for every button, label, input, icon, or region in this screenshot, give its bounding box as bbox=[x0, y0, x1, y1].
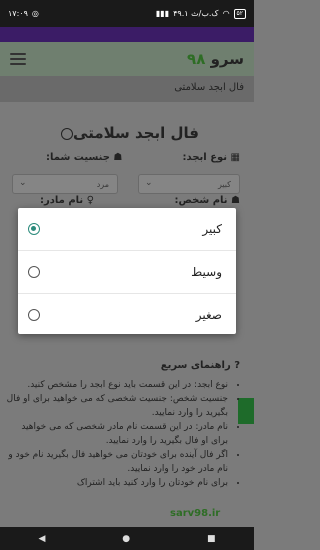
back-icon[interactable]: ◀ bbox=[38, 534, 45, 544]
watermark: sarv98.ir bbox=[170, 508, 221, 519]
status-bar: ۱۷:۰۹ ◎ ▮▮▮ ۴۹.۱ ک.ب/ث ◠ ۵۲ bbox=[0, 0, 254, 27]
help-title: ? راهنمای سریع bbox=[160, 360, 240, 371]
dialog-option-saghir[interactable]: صغیر bbox=[18, 294, 236, 336]
logo-number: ۹۸ bbox=[187, 50, 206, 68]
notification-icon: ◎ bbox=[31, 9, 39, 18]
option-label: وسیط bbox=[191, 265, 222, 279]
logo-text: سرو bbox=[210, 50, 244, 68]
female-icon: ♀ bbox=[86, 195, 94, 206]
breadcrumb: فال ابجد سلامتی bbox=[0, 76, 254, 102]
gender-select[interactable]: مرد ⌄ bbox=[12, 174, 118, 194]
status-time: ۱۷:۰۹ bbox=[8, 9, 28, 18]
abjad-type-dialog: کبیر وسیط صغیر bbox=[18, 208, 236, 334]
gender-label: ☗ جنسیت شما: bbox=[46, 152, 123, 163]
question-icon: ? bbox=[234, 360, 240, 371]
wifi-icon: ◠ bbox=[222, 9, 230, 18]
accent-bar bbox=[0, 27, 254, 42]
app-bar: سرو ۹۸ bbox=[0, 42, 254, 76]
abjad-type-select[interactable]: کبیر ⌄ bbox=[138, 174, 240, 194]
help-item: جنسیت شخص: جنسیت شخصی که می خواهید برای … bbox=[6, 392, 228, 420]
radio-unchecked-icon[interactable] bbox=[28, 309, 40, 321]
help-item: برای نام خودتان را وارد کنید باید اشتراک bbox=[6, 476, 228, 490]
submit-button[interactable] bbox=[238, 398, 254, 424]
app-logo[interactable]: سرو ۹۸ bbox=[187, 50, 244, 68]
calculator-icon: ▦ bbox=[230, 152, 240, 163]
dialog-option-kabir[interactable]: کبیر bbox=[18, 208, 236, 251]
abjad-type-label: ▦ نوع ابجد: bbox=[182, 152, 240, 163]
recents-icon[interactable]: ■ bbox=[207, 534, 216, 544]
nav-bar: ◀ ● ■ bbox=[0, 527, 254, 550]
page-title: فال ابجد سلامتی bbox=[0, 124, 254, 142]
signal-icon: ▮▮▮ bbox=[155, 9, 170, 18]
home-icon[interactable]: ● bbox=[122, 534, 130, 544]
radio-checked-icon[interactable] bbox=[28, 223, 40, 235]
chevron-down-icon: ⌄ bbox=[19, 178, 27, 188]
person-name-label: ☗ نام شخص: bbox=[174, 195, 240, 206]
help-item: نام مادر: در این قسمت نام مادر شخصی که م… bbox=[6, 420, 228, 448]
help-item: نوع ابجد: در این قسمت باید نوع ابجد را م… bbox=[6, 378, 228, 392]
mother-name-label: ♀ نام مادر: bbox=[40, 195, 94, 206]
option-label: کبیر bbox=[202, 222, 222, 236]
dialog-option-vasit[interactable]: وسیط bbox=[18, 251, 236, 294]
battery-icon: ۵۲ bbox=[233, 8, 246, 19]
help-item: اگر فال آینده برای خودتان می خواهید فال … bbox=[6, 448, 228, 476]
net-speed: ۴۹.۱ ک.ب/ث bbox=[173, 9, 219, 18]
users-icon: ☗ bbox=[113, 152, 123, 163]
option-label: صغیر bbox=[195, 308, 222, 322]
clock-icon bbox=[61, 127, 74, 140]
help-list: نوع ابجد: در این قسمت باید نوع ابجد را م… bbox=[6, 378, 240, 490]
hamburger-menu-icon[interactable] bbox=[10, 53, 26, 65]
chevron-down-icon: ⌄ bbox=[145, 178, 153, 188]
radio-unchecked-icon[interactable] bbox=[28, 266, 40, 278]
users-icon: ☗ bbox=[231, 195, 240, 206]
